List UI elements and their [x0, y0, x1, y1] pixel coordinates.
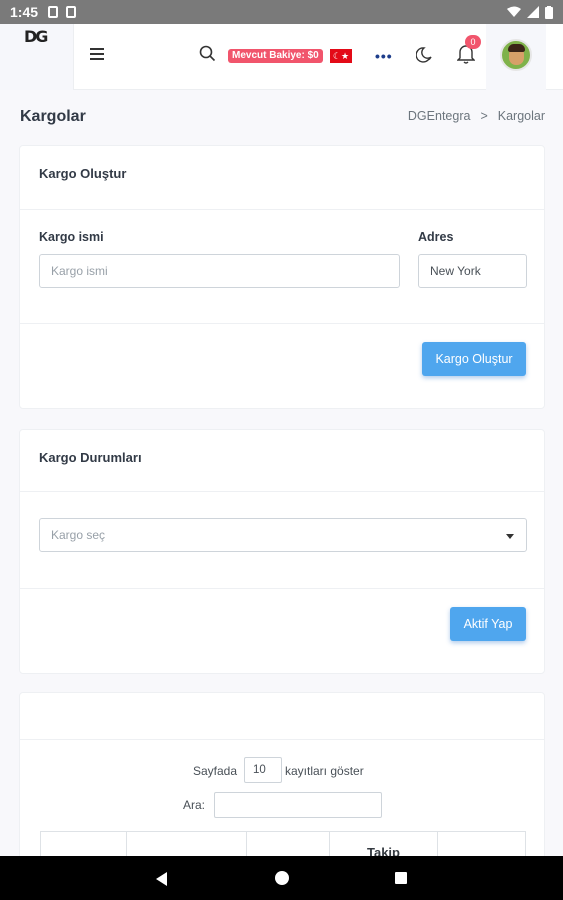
breadcrumb-root[interactable]: DGEntegra — [408, 109, 471, 123]
avatar[interactable] — [500, 39, 532, 71]
recent-apps-icon[interactable] — [395, 872, 407, 884]
chevron-down-icon — [506, 534, 514, 539]
search-icon[interactable] — [199, 45, 216, 62]
cargo-select[interactable]: Kargo seç — [39, 518, 527, 552]
cargo-select-placeholder: Kargo seç — [51, 528, 106, 542]
menu-icon[interactable] — [90, 48, 104, 60]
create-cargo-button[interactable]: Kargo Oluştur — [422, 342, 526, 376]
back-icon[interactable] — [156, 872, 167, 886]
table-search-input[interactable] — [214, 792, 382, 818]
balance-badge[interactable]: Mevcut Bakiye: $0 — [228, 49, 323, 63]
activate-button[interactable]: Aktif Yap — [450, 607, 526, 641]
page-size-suffix: kayıtları göster — [285, 764, 364, 778]
dark-mode-icon[interactable] — [416, 46, 434, 64]
battery-icon — [545, 5, 553, 19]
wifi-icon — [507, 6, 521, 17]
status-time: 1:45 — [10, 4, 39, 20]
create-cargo-title: Kargo Oluştur — [20, 146, 544, 210]
breadcrumb-current: Kargolar — [497, 109, 545, 123]
notification-count-badge: 0 — [465, 35, 481, 49]
logo[interactable]: DG — [24, 27, 48, 46]
search-label: Ara: — [183, 798, 206, 812]
cargo-table-card: Sayfada 10 kayıtları göster Ara: Takip — [19, 692, 545, 872]
cargo-name-label: Kargo ismi — [39, 230, 104, 244]
status-bar: 1:45 — [0, 0, 563, 24]
turkish-flag-icon[interactable]: ☾★ — [330, 49, 352, 63]
divider — [20, 739, 544, 740]
page-size-select[interactable]: 10 — [244, 757, 282, 783]
more-options-icon[interactable]: ••• — [375, 48, 393, 64]
home-icon[interactable] — [275, 871, 289, 885]
address-input[interactable]: New York — [418, 254, 527, 288]
divider — [20, 323, 544, 324]
cargo-status-card: Kargo Durumları Kargo seç Aktif Yap — [19, 429, 545, 674]
top-navbar: DG Mevcut Bakiye: $0 ☾★ ••• 0 — [0, 24, 563, 90]
cargo-status-title: Kargo Durumları — [20, 430, 544, 492]
page-title: Kargolar — [20, 108, 86, 125]
divider — [20, 588, 544, 589]
page-size-prefix: Sayfada — [193, 764, 238, 778]
sd-card-icon — [48, 6, 59, 18]
breadcrumb-separator: > — [480, 109, 488, 123]
create-cargo-card: Kargo Oluştur Kargo ismi Kargo ismi Adre… — [19, 145, 545, 409]
system-nav-bar — [0, 856, 563, 900]
cargo-name-input[interactable]: Kargo ismi — [39, 254, 400, 288]
logo-area[interactable]: DG — [0, 24, 74, 90]
address-label: Adres — [418, 230, 454, 244]
storage-icon — [66, 6, 77, 18]
signal-icon — [527, 6, 539, 18]
breadcrumb: DGEntegra > Kargolar — [408, 109, 545, 123]
